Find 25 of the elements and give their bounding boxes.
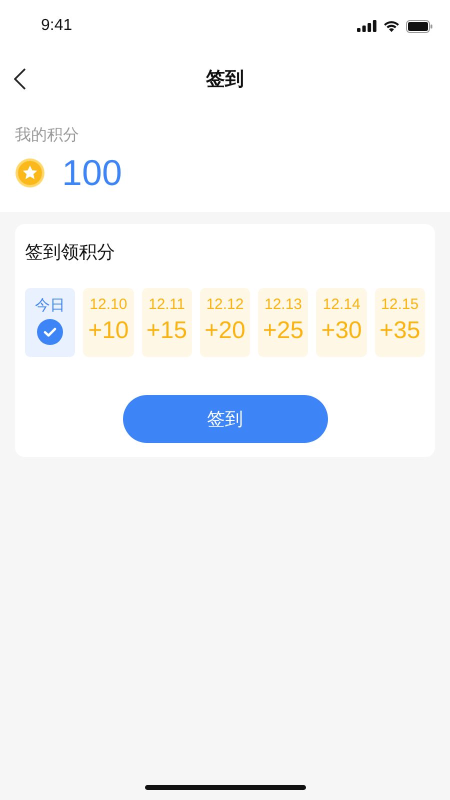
status-time: 9:41 — [41, 17, 72, 35]
card-title: 签到领积分 — [25, 241, 116, 264]
points-label: 我的积分 — [15, 125, 80, 146]
wifi-icon — [383, 20, 400, 32]
battery-icon — [406, 20, 433, 32]
day-points: +10 — [88, 317, 129, 345]
day-points: +15 — [146, 317, 188, 345]
day-label: 12.12 — [206, 296, 244, 313]
signal-icon — [357, 20, 377, 32]
day-label: 12.11 — [148, 296, 185, 313]
star-coin-icon — [15, 158, 45, 188]
day-label: 12.13 — [264, 296, 302, 313]
day-points: +30 — [321, 317, 362, 345]
day-points: +20 — [204, 317, 246, 345]
page-title: 签到 — [206, 66, 244, 92]
checkin-button[interactable]: 签到 — [122, 395, 328, 443]
day-label: 12.15 — [381, 296, 419, 313]
day-points: +35 — [379, 317, 420, 345]
points-value: 100 — [62, 152, 122, 194]
back-icon[interactable] — [14, 68, 26, 90]
day-label: 今日 — [35, 296, 66, 315]
day-label: 12.10 — [90, 296, 128, 313]
day-points: +25 — [262, 317, 304, 345]
day-label: 12.14 — [322, 296, 360, 313]
check-icon — [37, 319, 64, 345]
